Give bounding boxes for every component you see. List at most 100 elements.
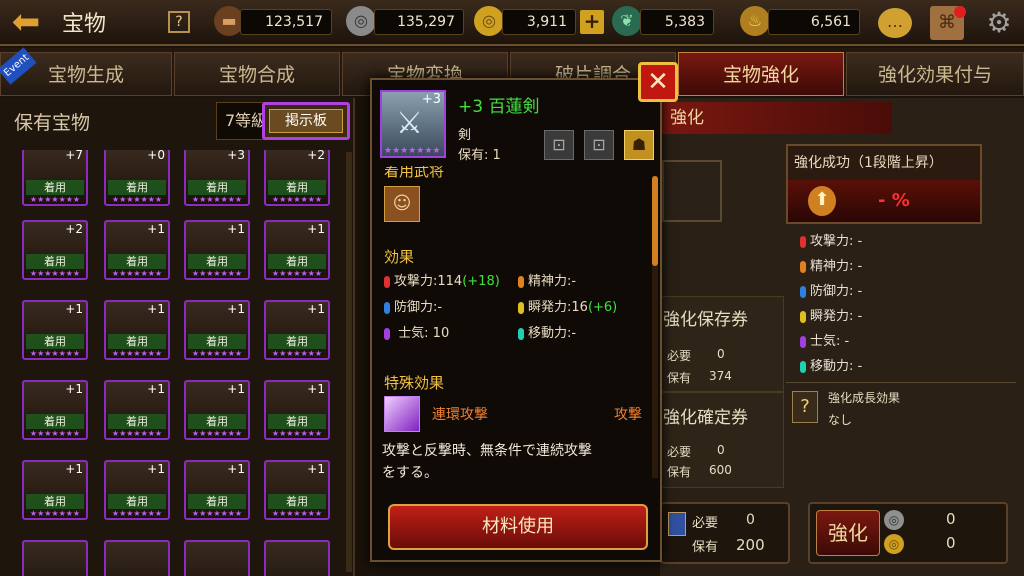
treasure-item[interactable]: +1 着用 ★★★★★★★ [264, 300, 330, 360]
stat-row: 移動力: - [800, 355, 980, 380]
target-slot[interactable] [662, 160, 722, 222]
treasure-item[interactable]: +1 着用 ★★★★★★★ [184, 460, 250, 520]
stat-label: 士気: [398, 326, 429, 341]
board-button[interactable]: 掲示板 [262, 102, 350, 140]
tab-strengthen[interactable]: 宝物強化 [678, 52, 844, 96]
item-level: +3 [227, 150, 245, 162]
treasure-item[interactable] [22, 540, 88, 576]
treasure-item[interactable]: +1 着用 ★★★★★★★ [264, 460, 330, 520]
help-button[interactable]: ? [168, 11, 190, 33]
add-gold-button[interactable]: + [580, 10, 604, 34]
item-level: +2 [65, 222, 83, 236]
treasure-item[interactable]: +1 着用 ★★★★★★★ [104, 300, 170, 360]
item-level: +1 [227, 222, 245, 236]
treasure-item[interactable] [264, 540, 330, 576]
stat-label: 防御力: [394, 300, 438, 315]
treasure-item[interactable]: +1 着用 ★★★★★★★ [22, 380, 88, 440]
save-ticket-box[interactable]: 強化保存券 必要 0 保有 374 [660, 296, 784, 392]
star-rating: ★★★★★★★ [111, 349, 163, 358]
star-rating: ★★★★★★★ [271, 349, 323, 358]
right-stat-list: 攻撃力: - 精神力: - 防御力: - 瞬発力: - 士気: - 移動力: - [800, 230, 980, 380]
arrow-up-icon: ⬆ [808, 186, 836, 216]
need-label: 必要 [667, 445, 692, 459]
item-level: +1 [227, 382, 245, 396]
star-rating: ★★★★★★★ [384, 146, 441, 156]
equip-label: 着用 [26, 494, 84, 509]
page-title: 宝物 [62, 12, 107, 37]
stat-label: 移動力: [528, 326, 572, 341]
popup-scroll-thumb[interactable] [652, 176, 658, 266]
star-rating: ★★★★★★★ [29, 509, 81, 518]
general-portrait[interactable]: ☺ [384, 186, 420, 222]
treasure-item[interactable]: +1 着用 ★★★★★★★ [22, 300, 88, 360]
treasure-item[interactable]: +1 着用 ★★★★★★★ [264, 380, 330, 440]
stat-value: - [844, 334, 850, 349]
item-level: +7 [65, 150, 83, 162]
stat-label: 精神力: [810, 259, 854, 274]
equip-label: 着用 [108, 334, 166, 349]
treasure-item[interactable]: +3 着用 ★★★★★★★ [184, 150, 250, 206]
save-ticket-title: 強化保存券 [663, 310, 748, 330]
chat-icon[interactable]: … [878, 8, 912, 38]
detail-scroll[interactable]: 着用武将 ☺ 効果 攻撃力:114(+18) 精神力:- 防御力:- 瞬発力:1… [378, 166, 648, 488]
treasure-item[interactable]: +1 着用 ★★★★★★★ [184, 220, 250, 280]
popup-scrollbar[interactable] [652, 176, 658, 478]
ticket-icon [668, 512, 686, 536]
star-rating: ★★★★★★★ [191, 195, 243, 204]
stat-row: 精神力:- [518, 270, 648, 289]
tab-combine[interactable]: 宝物合成 [174, 52, 340, 96]
treasure-item[interactable]: +2 着用 ★★★★★★★ [264, 150, 330, 206]
use-material-button[interactable]: 材料使用 [388, 504, 648, 550]
need-value: 0 [717, 347, 725, 361]
resource-books: 123,517 [240, 9, 332, 35]
treasure-level: +3 [421, 92, 441, 107]
treasure-item[interactable]: +0 着用 ★★★★★★★ [104, 150, 170, 206]
star-rating: ★★★★★★★ [111, 269, 163, 278]
item-level: +1 [65, 302, 83, 316]
treasure-detail-popup: +3 ⚔ ★★★★★★★ +3 百蓮剣 剣 保有: 1 ⊡ ⊡ ☗ 着用武将 ☺… [370, 78, 662, 562]
stat-row: 防御力: - [800, 280, 980, 305]
close-icon[interactable]: ✕ [638, 62, 678, 102]
treasure-item[interactable]: +1 着用 ★★★★★★★ [104, 220, 170, 280]
star-rating: ★★★★★★★ [271, 269, 323, 278]
treasure-item[interactable]: +1 着用 ★★★★★★★ [184, 300, 250, 360]
confirm-ticket-box[interactable]: 強化確定券 必要 0 保有 600 [660, 392, 784, 488]
cost-have-label: 保有 [692, 540, 719, 555]
have-value: 600 [709, 463, 732, 477]
treasure-item[interactable] [184, 540, 250, 576]
lock-icon[interactable]: ⊡ [544, 130, 574, 160]
cost-need-label: 必要 [692, 516, 719, 531]
equip-label: 着用 [26, 414, 84, 429]
treasure-item[interactable]: +7 着用 ★★★★★★★ [22, 150, 88, 206]
back-arrow-icon[interactable]: ⬅ [0, 0, 52, 44]
success-box: 強化成功（1段階上昇） ⬆ - % [786, 144, 982, 224]
treasure-item[interactable]: +1 着用 ★★★★★★★ [104, 380, 170, 440]
equip-label: 着用 [188, 414, 246, 429]
chain-attack-icon [384, 396, 420, 432]
treasure-item[interactable] [104, 540, 170, 576]
confirm-ticket-title: 強化確定券 [663, 408, 748, 428]
strengthen-action-box: 強化 ◎ 0 ◎ 0 [808, 502, 1008, 564]
strengthen-button[interactable]: 強化 [816, 510, 880, 556]
stat-value: 16 [571, 300, 588, 315]
equip-label: 着用 [26, 254, 84, 269]
treasure-item[interactable]: +2 着用 ★★★★★★★ [22, 220, 88, 280]
star-rating: ★★★★★★★ [191, 429, 243, 438]
lock-icon[interactable]: ⊡ [584, 130, 614, 160]
grid-scrollbar[interactable] [346, 152, 352, 572]
treasure-item[interactable]: +1 着用 ★★★★★★★ [104, 460, 170, 520]
growth-title: 強化成長効果 [828, 391, 901, 405]
treasure-item[interactable]: +1 着用 ★★★★★★★ [184, 380, 250, 440]
gold-coin-icon: ◎ [884, 534, 904, 554]
treasure-item[interactable]: +1 着用 ★★★★★★★ [22, 460, 88, 520]
silhouette-icon[interactable]: ☗ [624, 130, 654, 160]
equip-label: 着用 [26, 180, 84, 195]
tab-effect-grant[interactable]: 強化効果付与 [846, 52, 1024, 96]
owned-treasure-title: 保有宝物 [14, 112, 91, 134]
star-rating: ★★★★★★★ [29, 429, 81, 438]
treasure-item[interactable]: +1 着用 ★★★★★★★ [264, 220, 330, 280]
treasure-grid: +7 着用 ★★★★★★★ +0 着用 ★★★★★★★ +3 着用 ★★★★★★★ +2 着用… [0, 150, 340, 576]
stat-row: 士気: 10 [384, 322, 514, 341]
stat-row: 防御力:- [384, 296, 514, 315]
gear-icon[interactable]: ⚙ [982, 6, 1016, 40]
